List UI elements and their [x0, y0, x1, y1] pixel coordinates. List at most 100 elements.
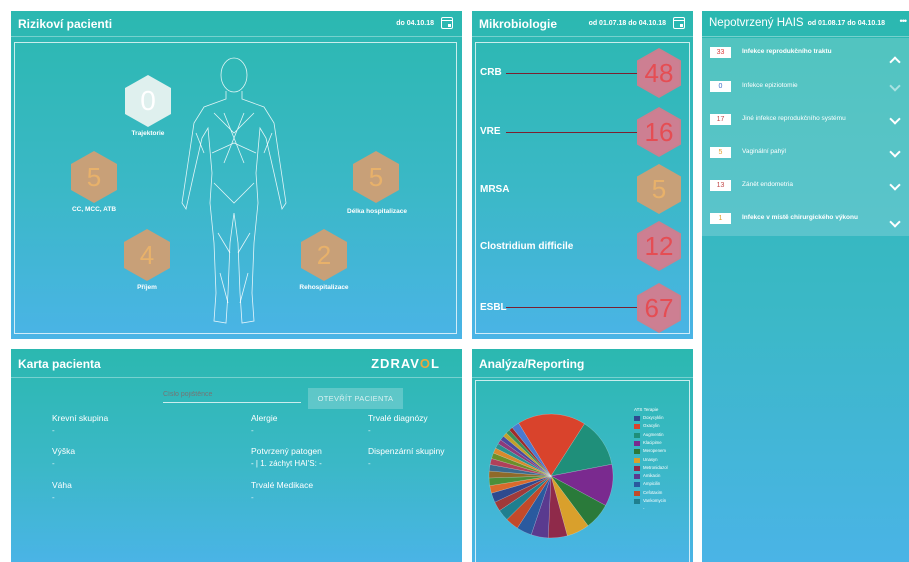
field-value: - [52, 459, 55, 468]
connector-line [506, 307, 640, 308]
chevron-down-icon[interactable] [889, 179, 901, 191]
logo-part-accent: O [419, 356, 432, 371]
more-icon[interactable]: ••• [900, 16, 908, 26]
panel-header: Karta pacienta ZDRAVOL [11, 349, 462, 378]
zdravel-logo: ZDRAVOL [371, 356, 440, 371]
panel-title: Analýza/Reporting [479, 357, 585, 371]
count-badge: 13 [710, 180, 731, 191]
legend-label: Amikacin [643, 473, 661, 479]
hais-row-chirurgicky-vykon[interactable]: 1 Infekce v místě chirurgického výkonu [702, 204, 909, 236]
logo-part: ZDRAV [371, 356, 420, 371]
count-badge: 0 [710, 81, 731, 92]
panel-karta-pacienta: Karta pacienta ZDRAVOL OTEVŘÍT PACIENTA … [11, 349, 462, 562]
label-rehospitalizace: Rehospitalizace [299, 284, 349, 291]
date-range: do 04.10.18 [396, 20, 434, 27]
insurance-number-input[interactable] [163, 387, 301, 403]
field-value: - [368, 459, 371, 468]
label-clostridium-difficile: Clostridium difficile [480, 241, 574, 252]
field-label: Trvalé Medikace [251, 480, 314, 490]
legend-swatch [634, 474, 640, 480]
panel-rizikovi-pacienti: Rizikoví pacienti do 04.10.18 0 Trajekto… [11, 11, 462, 339]
row-label: Infekce reprodukčního traktu [742, 48, 832, 55]
row-label: Jiné infekce reprodukčního systému [742, 115, 846, 122]
open-patient-button[interactable]: OTEVŘÍT PACIENTA [308, 388, 403, 409]
count-badge: 5 [710, 147, 731, 158]
hais-row-vaginalni-pahyl[interactable]: 5 Vaginální pahýl [702, 138, 909, 170]
row-label: Infekce epiziotomie [742, 82, 798, 89]
label-cc-mcc-atb: CC, MCC, ATB [71, 206, 117, 213]
legend-label: - [643, 506, 645, 512]
legend-swatch [634, 440, 640, 446]
panel-title: Nepotvrzený HAIS [709, 17, 804, 29]
label-delka-hospitalizace: Délka hospitalizace [347, 208, 407, 215]
field-value: - [368, 426, 371, 435]
count-badge: 17 [710, 114, 731, 125]
field-label: Potvrzený patogen [251, 446, 322, 456]
label-mrsa: MRSA [480, 184, 510, 195]
legend-rows: Doxycyklin Oxacylin Augmentin Klacipime Mero… [634, 415, 689, 525]
legend-swatch [634, 432, 640, 438]
label-esbl: ESBL [480, 302, 507, 313]
label-vre: VRE [480, 126, 501, 137]
calendar-icon[interactable] [441, 17, 453, 29]
legend-swatch [634, 457, 640, 463]
connector-line [506, 132, 640, 133]
chevron-down-icon[interactable] [889, 146, 901, 158]
field-label: Trvalé diagnózy [368, 413, 428, 423]
count-badge: 1 [710, 213, 731, 224]
field-value: - [251, 426, 254, 435]
legend-swatch [634, 465, 640, 471]
chevron-down-icon[interactable] [889, 216, 901, 228]
legend-swatch [634, 449, 640, 455]
label-prijem: Příjem [137, 284, 157, 291]
hais-row-reprodukcni-trakt[interactable]: 33 Infekce reprodukčního traktu [702, 38, 909, 70]
row-label: Infekce v místě chirurgického výkonu [742, 214, 858, 221]
chevron-up-icon[interactable] [889, 56, 901, 68]
hais-row-zanet-endometria[interactable]: 13 Zánět endometria [702, 171, 909, 203]
legend-swatch [634, 490, 640, 496]
count-badge: 33 [710, 47, 731, 58]
date-range: od 01.07.18 do 04.10.18 [588, 20, 666, 27]
legend-swatch [634, 482, 640, 488]
connector-line [506, 73, 640, 74]
row-label: Vaginální pahýl [742, 148, 786, 155]
field-label: Alergie [251, 413, 278, 423]
chevron-down-icon[interactable] [889, 113, 901, 125]
field-label: Váha [52, 480, 72, 490]
field-label: Krevní skupina [52, 413, 109, 423]
human-body-figure [181, 57, 287, 324]
panel-header: Analýza/Reporting [472, 349, 693, 378]
label-trajektorie: Trajektorie [131, 130, 165, 137]
legend-label: Klacipime [643, 439, 662, 445]
legend-label: Metronidazol [643, 464, 668, 470]
panel-header: Nepotvrzený HAIS od 01.08.17 do 04.10.18… [702, 11, 909, 37]
pie-chart[interactable] [486, 411, 616, 541]
legend-swatch [634, 416, 640, 421]
legend-swatch [634, 507, 640, 512]
chart-legend: ATS Terapie Doxycyklin Oxacylin Augmentin K… [634, 407, 689, 527]
legend-label: Oxacylin [643, 423, 660, 429]
row-label: Zánět endometria [742, 181, 793, 188]
chevron-down-icon[interactable] [889, 80, 901, 92]
hais-row-jine-infekce[interactable]: 17 Jiné infekce reprodukčního systému [702, 105, 909, 137]
date-range: od 01.08.17 do 04.10.18 [807, 20, 885, 27]
logo-part: L [431, 356, 440, 371]
legend-swatch [634, 499, 640, 504]
field-label: Výška [52, 446, 76, 456]
calendar-icon[interactable] [673, 17, 685, 29]
hais-row-epiziotomie[interactable]: 0 Infekce epiziotomie [702, 72, 909, 104]
panel-header: Mikrobiologie od 01.07.18 do 04.10.18 [472, 11, 693, 37]
legend-swatch [634, 424, 640, 430]
panel-nepotvrzeny-hais: Nepotvrzený HAIS od 01.08.17 do 04.10.18… [702, 11, 909, 562]
field-value: - [251, 493, 254, 502]
legend-label: Unasyn [643, 456, 658, 462]
legend-label: Doxycyklin [643, 415, 664, 420]
field-value: - [52, 426, 55, 435]
legend-label: Vankomycin [643, 498, 667, 503]
field-label: Dispenzární skupiny [368, 446, 445, 456]
label-crb: CRB [480, 67, 502, 78]
panel-title: Mikrobiologie [479, 17, 557, 31]
legend-label: Ampicilin [643, 481, 661, 487]
panel-header: Rizikoví pacienti do 04.10.18 [11, 11, 462, 37]
panel-title: Karta pacienta [18, 357, 101, 371]
